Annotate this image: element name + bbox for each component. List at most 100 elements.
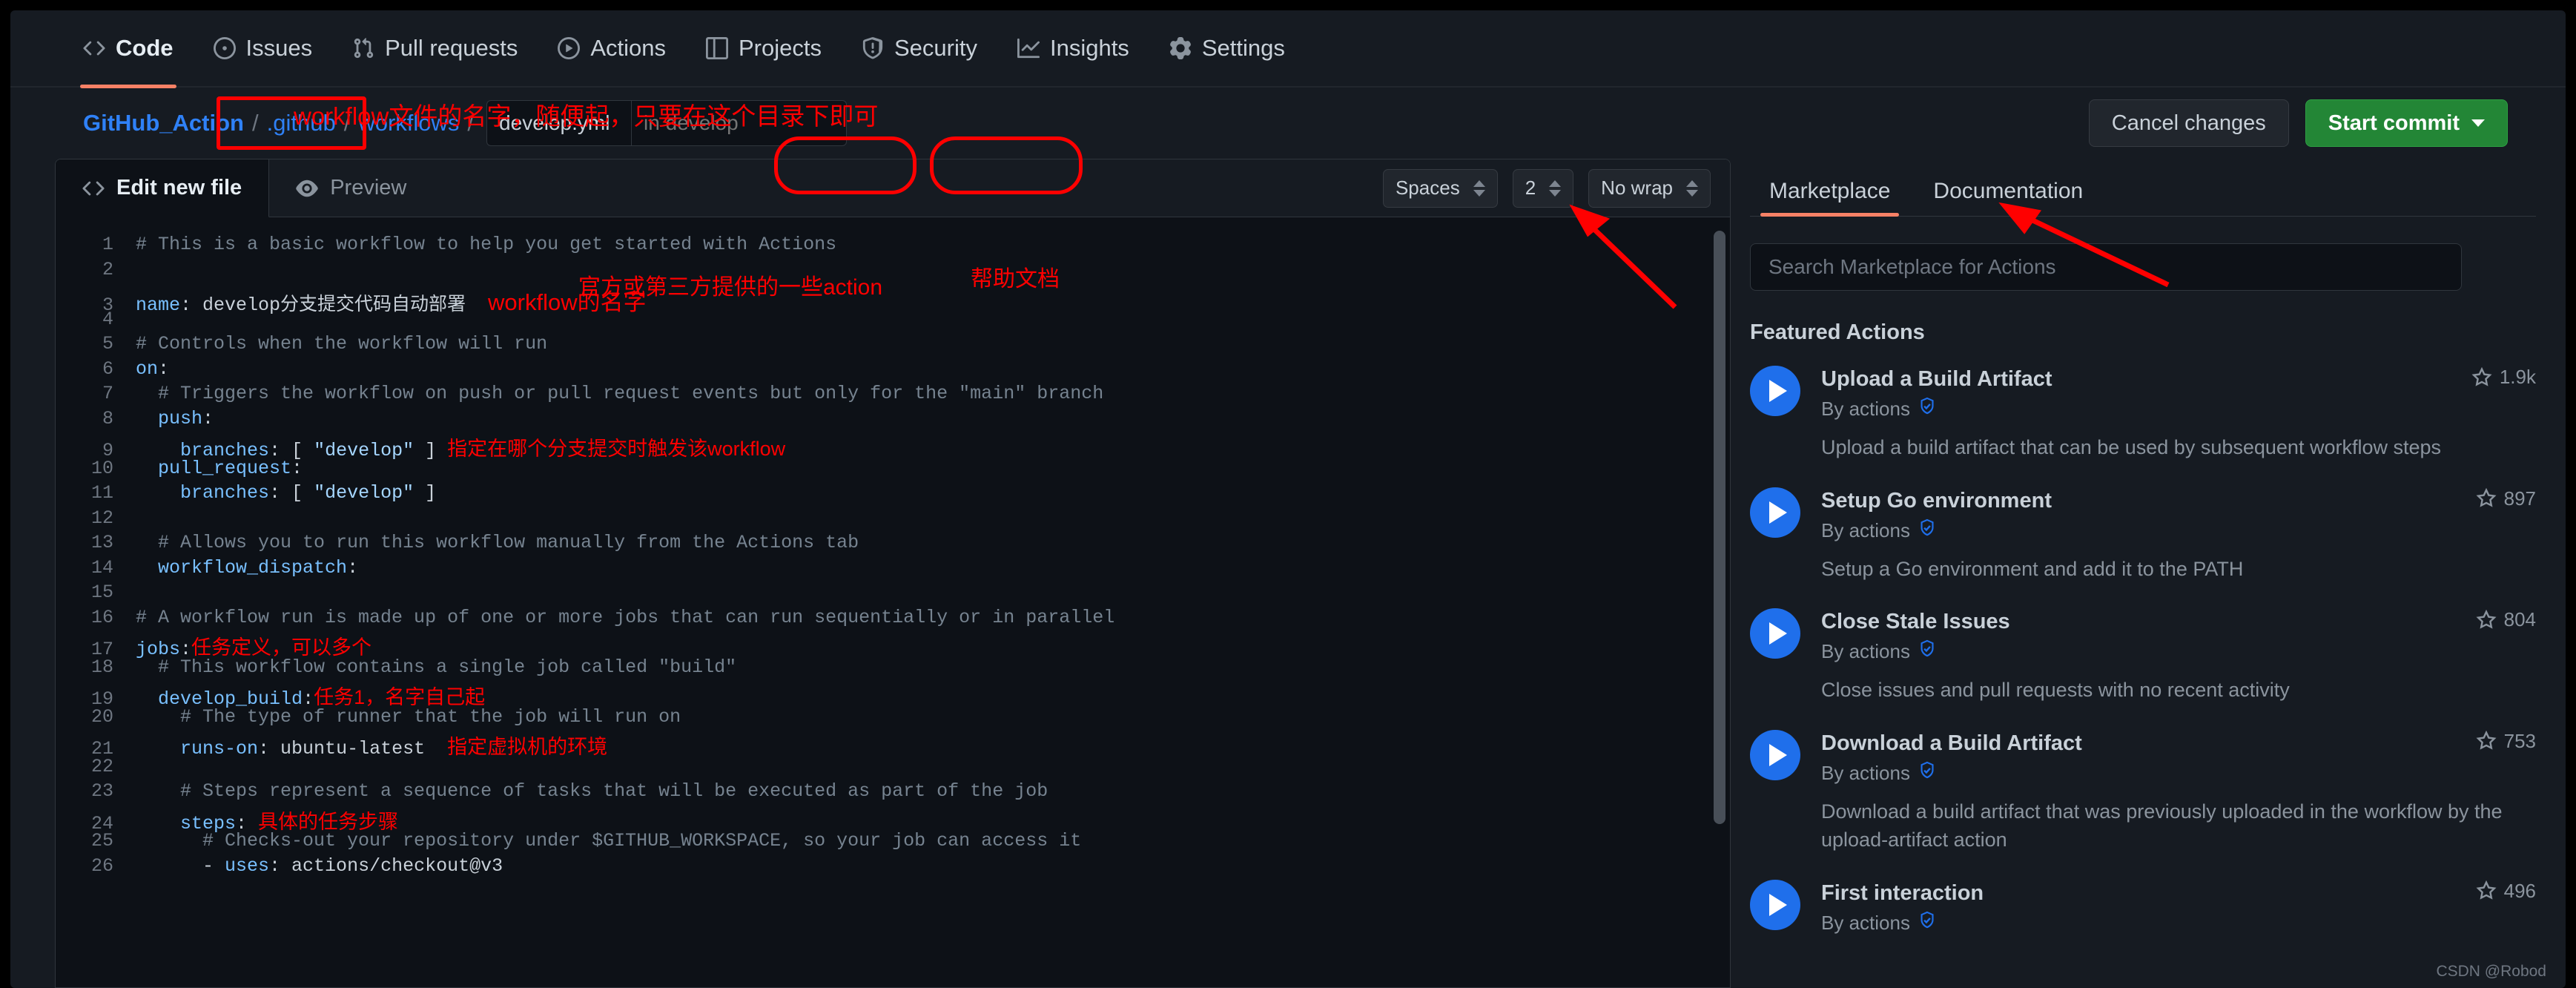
- nav-item-insights[interactable]: Insights: [1003, 24, 1144, 72]
- editor-vertical-scrollbar[interactable]: [1714, 231, 1725, 824]
- line-number: 8: [102, 407, 113, 429]
- commit-actions: Cancel changes Start commit: [2088, 99, 2508, 147]
- nav-item-label: Actions: [590, 35, 666, 61]
- indent-size-select[interactable]: 2: [1512, 168, 1574, 208]
- action-author-label: By actions: [1821, 761, 1910, 784]
- tab-marketplace[interactable]: Marketplace: [1753, 179, 1906, 217]
- nav-item-code[interactable]: Code: [68, 24, 188, 88]
- line-content: - uses: actions/checkout@v3: [136, 855, 503, 877]
- featured-action-item[interactable]: Download a Build Artifact 753 By actions Do…: [1750, 729, 2536, 854]
- featured-action-item[interactable]: First interaction 496 By actions: [1750, 879, 2536, 935]
- action-name[interactable]: Download a Build Artifact: [1821, 730, 2082, 757]
- sidebar-tab-bar: Marketplace Documentation: [1750, 159, 2536, 217]
- action-author: By actions: [1821, 518, 2536, 543]
- nav-item-issues[interactable]: Issues: [199, 24, 328, 72]
- nav-item-pull-requests[interactable]: Pull requests: [337, 24, 532, 72]
- nav-item-label: Settings: [1201, 35, 1285, 61]
- star-icon: [2476, 731, 2497, 750]
- code-annotation: 任务1，名字自己起: [314, 686, 486, 708]
- tab-documentation[interactable]: Documentation: [1917, 179, 2099, 216]
- line-number: 26: [90, 854, 113, 877]
- action-author: By actions: [1821, 911, 2536, 935]
- code-token: :: [158, 358, 170, 380]
- code-icon: [83, 41, 105, 56]
- filename-input[interactable]: [486, 100, 633, 146]
- star-count-value: 496: [2503, 879, 2536, 902]
- tab-preview[interactable]: Preview: [269, 159, 433, 217]
- line-content: name: develop分支提交代码自动部署 workflow的名字: [136, 283, 647, 317]
- action-details: Close Stale Issues 804 By actions Close iss…: [1821, 608, 2536, 705]
- verified-badge-icon: [1918, 911, 1937, 935]
- indent-mode-select[interactable]: Spaces: [1382, 168, 1498, 208]
- filename-field-group: [486, 100, 848, 146]
- star-icon: [2471, 366, 2492, 386]
- line-number: 18: [90, 656, 113, 678]
- star-count-value: 1.9k: [2499, 366, 2536, 388]
- action-logo-icon: [1750, 879, 1800, 930]
- line-number: 16: [90, 606, 113, 628]
- nav-item-actions[interactable]: Actions: [543, 24, 681, 72]
- action-star-count: 897: [2461, 487, 2536, 510]
- line-content: # Controls when the workflow will run: [136, 333, 547, 355]
- start-commit-button[interactable]: Start commit: [2305, 99, 2508, 147]
- marketplace-sidebar: Marketplace Documentation Featured Actio…: [1750, 159, 2536, 988]
- action-name[interactable]: Close Stale Issues: [1821, 608, 2010, 635]
- cancel-changes-button[interactable]: Cancel changes: [2088, 99, 2289, 147]
- code-line: 12: [56, 507, 1730, 533]
- featured-action-item[interactable]: Setup Go environment 897 By actions Setup a…: [1750, 487, 2536, 584]
- code-text-area[interactable]: 1 # This is a basic workflow to help you …: [56, 217, 1730, 987]
- line-content: # Checks-out your repository under $GITH…: [136, 830, 1081, 852]
- tab-edit-new-file[interactable]: Edit new file: [56, 159, 270, 217]
- code-line: 20 # The type of runner that the job wil…: [56, 706, 1730, 731]
- nav-item-settings[interactable]: Settings: [1155, 24, 1300, 72]
- verified-badge-icon: [1918, 639, 1937, 664]
- nav-item-security[interactable]: Security: [847, 24, 992, 72]
- action-description: Close issues and pull requests with no r…: [1821, 679, 2290, 702]
- action-author: By actions: [1821, 397, 2536, 421]
- wrap-mode-select[interactable]: No wrap: [1588, 168, 1711, 208]
- branch-name-input[interactable]: [632, 100, 848, 146]
- action-name[interactable]: Upload a Build Artifact: [1821, 366, 2052, 392]
- code-icon: [82, 181, 105, 195]
- code-line: 26 - uses: actions/checkout@v3: [56, 855, 1730, 880]
- action-description: Setup a Go environment and add it to the…: [1821, 557, 2244, 580]
- nav-item-label: Insights: [1049, 35, 1129, 61]
- action-author: By actions: [1821, 639, 2536, 664]
- verified-badge-icon: [1918, 761, 1937, 786]
- featured-action-item[interactable]: Upload a Build Artifact 1.9k By actions Upl…: [1750, 366, 2536, 462]
- code-token: # This workflow contains a single job ca…: [136, 656, 737, 678]
- github-file-editor-page: Code Issues Pull requests Actions Projec…: [10, 10, 2566, 988]
- code-token: ]: [414, 440, 448, 461]
- marketplace-search-input[interactable]: [1750, 243, 2462, 291]
- breadcrumb-repo[interactable]: GitHub_Action: [83, 110, 244, 136]
- action-details: First interaction 496 By actions: [1821, 880, 2536, 935]
- code-line: 1 # This is a basic workflow to help you …: [56, 234, 1730, 259]
- code-line: 16 # A workflow run is made up of one or …: [56, 607, 1730, 632]
- play-icon: [558, 37, 581, 59]
- verified-check-icon: [1921, 911, 1934, 929]
- repository-nav: Code Issues Pull requests Actions Projec…: [10, 10, 2566, 88]
- breadcrumb-dir-workflows[interactable]: workflows: [358, 110, 459, 136]
- breadcrumb-dir-github[interactable]: .github: [267, 110, 336, 136]
- editor-settings: Spaces 2 No wrap: [1382, 159, 1730, 217]
- code-token: # A workflow run is made up of one or mo…: [136, 606, 1115, 628]
- nav-item-projects[interactable]: Projects: [691, 24, 836, 72]
- line-number: 6: [102, 358, 113, 380]
- code-line: 25 # Checks-out your repository under $G…: [56, 830, 1730, 855]
- verified-badge-icon: [1918, 397, 1937, 421]
- featured-action-item[interactable]: Close Stale Issues 804 By actions Close iss…: [1750, 608, 2536, 705]
- line-content: # Steps represent a sequence of tasks th…: [136, 780, 1048, 802]
- code-line: 2: [56, 259, 1730, 284]
- line-number: 5: [102, 333, 113, 355]
- line-number: 4: [102, 308, 113, 330]
- line-content: # A workflow run is made up of one or mo…: [136, 607, 1114, 628]
- action-star-count: 804: [2461, 608, 2536, 631]
- table-icon: [706, 37, 728, 59]
- action-name[interactable]: Setup Go environment: [1821, 487, 2052, 514]
- verified-check-icon: [1921, 518, 1934, 536]
- action-name[interactable]: First interaction: [1821, 880, 1984, 906]
- action-header: Setup Go environment 897: [1821, 487, 2536, 514]
